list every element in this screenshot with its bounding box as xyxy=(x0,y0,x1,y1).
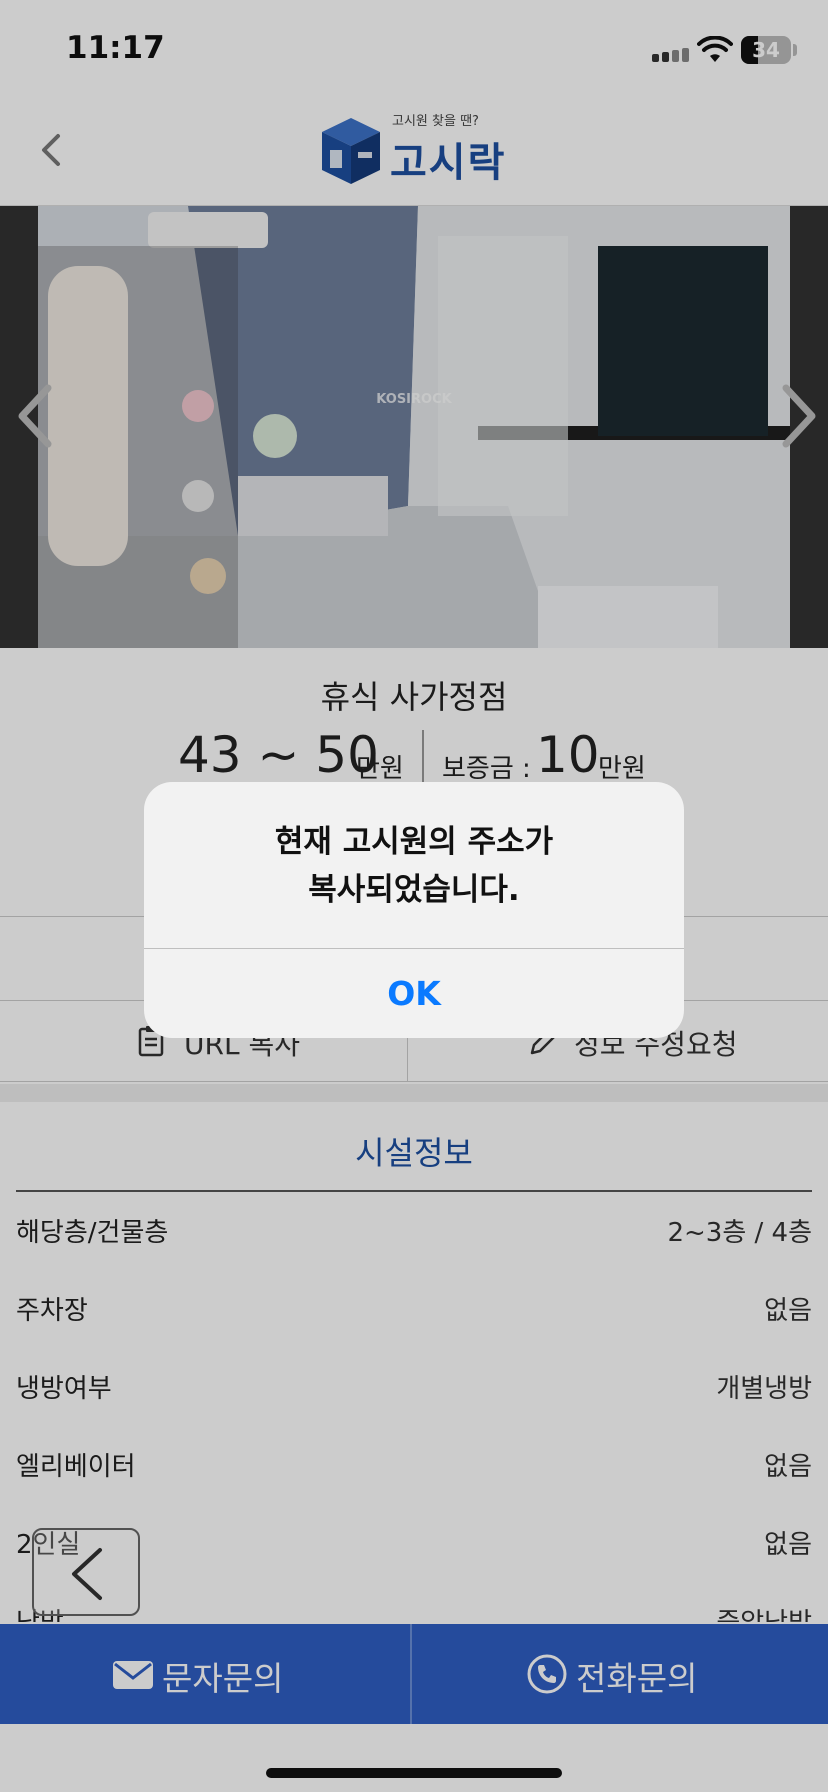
alert-ok-button[interactable]: OK xyxy=(144,949,684,1038)
alert-message-line-1: 현재 고시원의 주소가 xyxy=(274,824,554,860)
alert-message-line-2: 복사되었습니다. xyxy=(308,872,520,908)
alert-message: 현재 고시원의 주소가 복사되었습니다. xyxy=(144,818,684,914)
alert-dialog: 현재 고시원의 주소가 복사되었습니다. OK xyxy=(144,782,684,1038)
